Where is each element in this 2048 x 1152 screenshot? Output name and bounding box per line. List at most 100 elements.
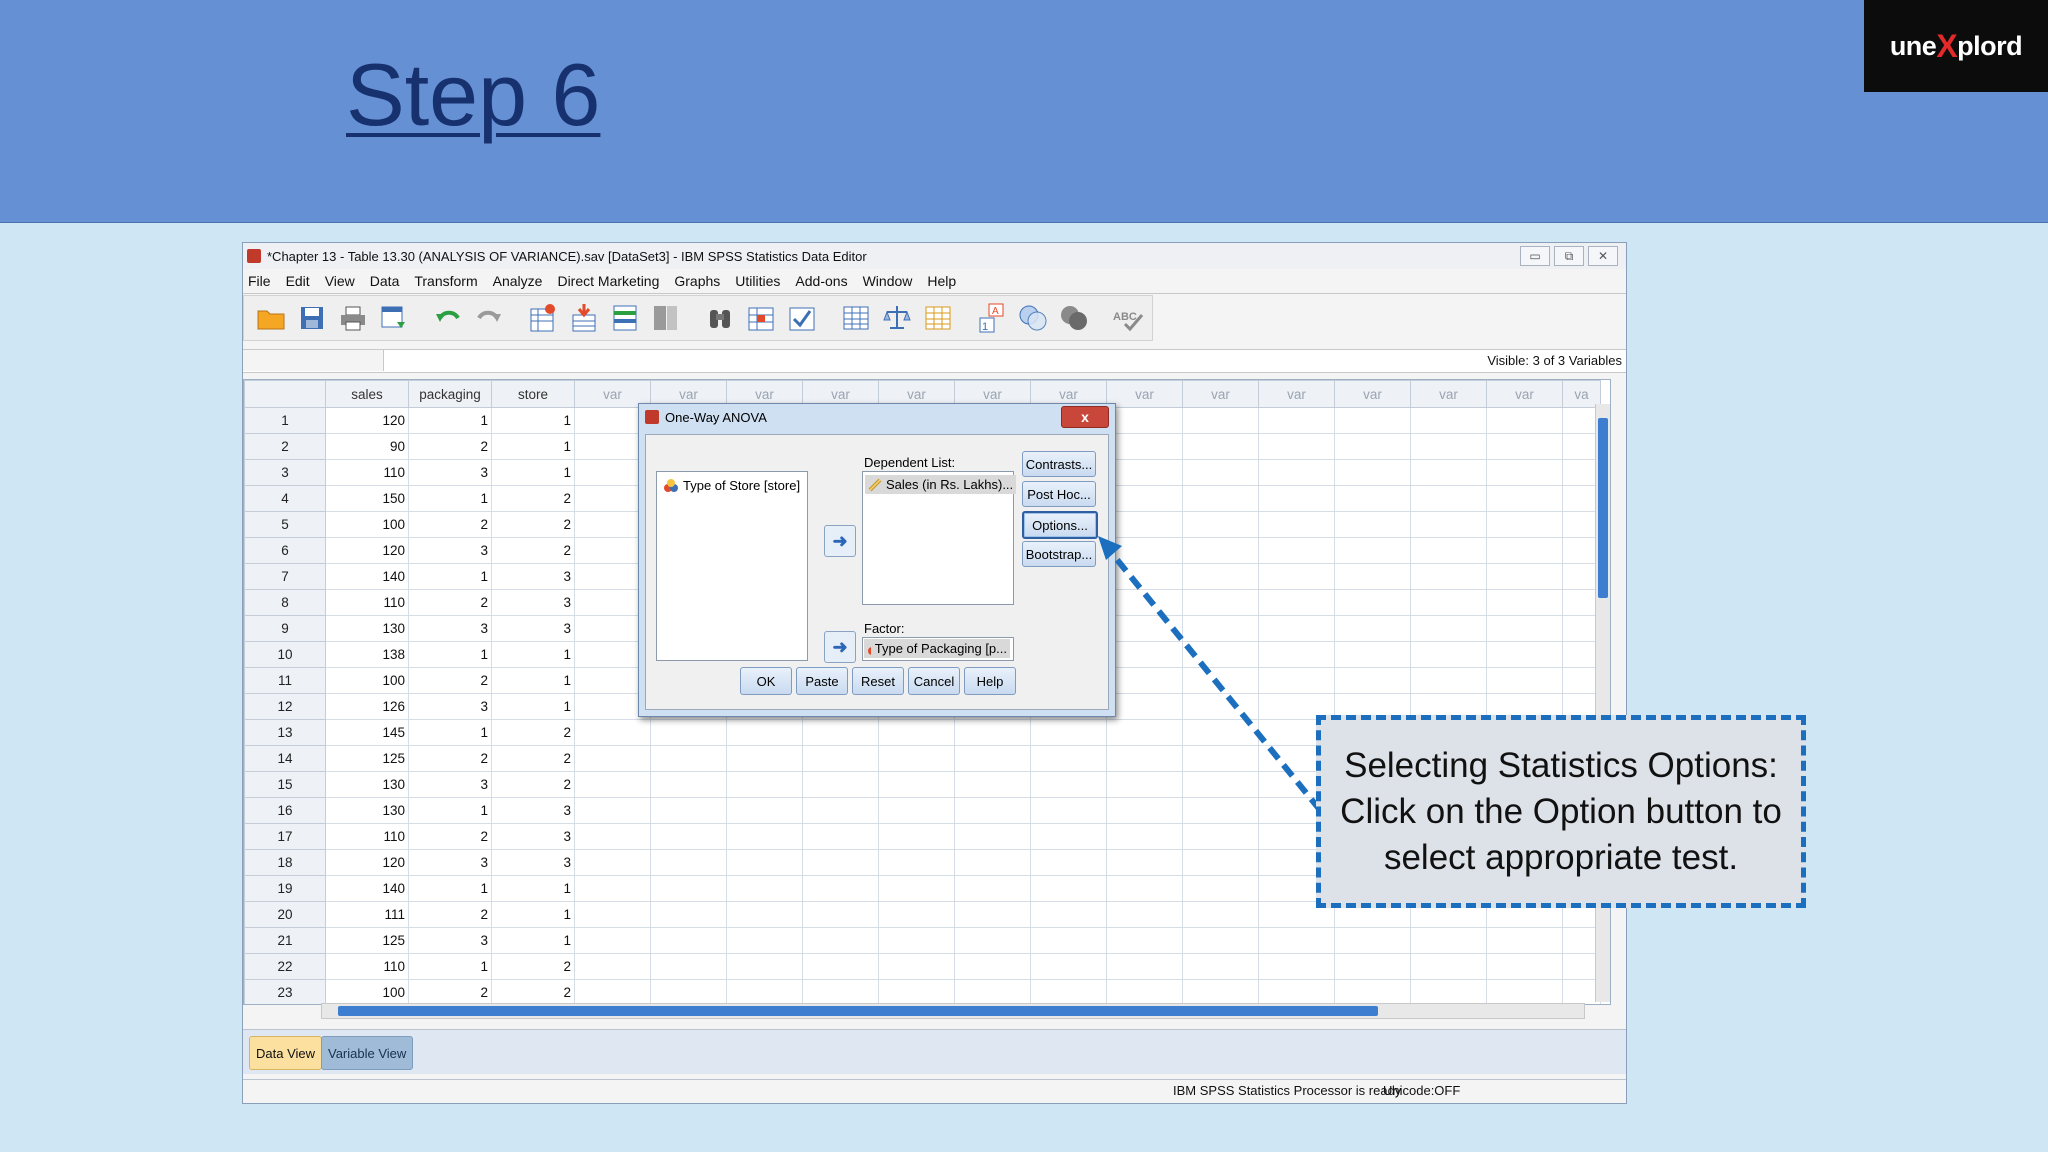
goto-case-icon[interactable]: [526, 301, 560, 335]
data-cell[interactable]: 1: [408, 719, 492, 746]
empty-cell[interactable]: [1258, 667, 1335, 694]
empty-cell[interactable]: [1182, 589, 1259, 616]
close-button[interactable]: ✕: [1588, 246, 1618, 266]
data-cell[interactable]: 2: [491, 485, 575, 512]
find-icon[interactable]: [649, 301, 683, 335]
paste-button[interactable]: Paste: [796, 667, 848, 695]
data-cell[interactable]: 1: [408, 953, 492, 980]
data-cell[interactable]: 145: [325, 719, 409, 746]
empty-cell[interactable]: [650, 823, 727, 850]
empty-cell[interactable]: [878, 745, 955, 772]
data-cell[interactable]: 130: [325, 615, 409, 642]
data-cell[interactable]: 3: [408, 849, 492, 876]
menu-view[interactable]: View: [325, 273, 355, 289]
data-cell[interactable]: 2: [491, 953, 575, 980]
empty-cell[interactable]: [726, 875, 803, 902]
data-cell[interactable]: 1: [408, 875, 492, 902]
row-number[interactable]: 14: [244, 745, 326, 772]
empty-cell[interactable]: [954, 719, 1031, 746]
horizontal-scroll-thumb[interactable]: [338, 1006, 1378, 1016]
empty-cell[interactable]: [1030, 771, 1107, 798]
column-header[interactable]: sales: [325, 380, 409, 408]
empty-cell[interactable]: [1410, 953, 1487, 980]
empty-cell[interactable]: [574, 823, 651, 850]
empty-cell[interactable]: [1334, 407, 1411, 434]
data-cell[interactable]: 2: [408, 433, 492, 460]
vertical-scroll-thumb[interactable]: [1598, 418, 1608, 598]
goto-variable-icon[interactable]: [567, 301, 601, 335]
data-cell[interactable]: 2: [408, 979, 492, 1004]
empty-cell[interactable]: [1334, 433, 1411, 460]
data-cell[interactable]: 3: [491, 615, 575, 642]
empty-cell[interactable]: [574, 771, 651, 798]
empty-cell[interactable]: [1106, 693, 1183, 720]
empty-cell[interactable]: [726, 927, 803, 954]
empty-cell[interactable]: [1182, 771, 1259, 798]
empty-cell[interactable]: [878, 797, 955, 824]
empty-cell[interactable]: [650, 745, 727, 772]
value-labels-icon[interactable]: A1: [975, 301, 1009, 335]
empty-cell[interactable]: [1106, 407, 1183, 434]
empty-cell[interactable]: [1410, 979, 1487, 1004]
empty-cell[interactable]: [802, 719, 879, 746]
empty-cell[interactable]: [650, 979, 727, 1004]
empty-cell[interactable]: [802, 979, 879, 1004]
data-cell[interactable]: 2: [408, 823, 492, 850]
empty-cell[interactable]: [726, 901, 803, 928]
data-cell[interactable]: 120: [325, 537, 409, 564]
data-cell[interactable]: 1: [408, 407, 492, 434]
data-cell[interactable]: 111: [325, 901, 409, 928]
empty-cell[interactable]: [574, 953, 651, 980]
menu-transform[interactable]: Transform: [414, 273, 477, 289]
column-header[interactable]: store: [491, 380, 575, 408]
empty-cell[interactable]: [574, 927, 651, 954]
empty-cell[interactable]: [1258, 563, 1335, 590]
insert-variable-icon[interactable]: [785, 301, 819, 335]
data-cell[interactable]: 2: [408, 667, 492, 694]
empty-cell[interactable]: [1182, 563, 1259, 590]
empty-cell[interactable]: [802, 927, 879, 954]
data-cell[interactable]: 3: [408, 459, 492, 486]
empty-cell[interactable]: [878, 849, 955, 876]
menu-utilities[interactable]: Utilities: [735, 273, 780, 289]
use-sets-icon[interactable]: [1016, 301, 1050, 335]
empty-cell[interactable]: [1106, 745, 1183, 772]
empty-cell[interactable]: [1182, 849, 1259, 876]
data-cell[interactable]: 1: [408, 797, 492, 824]
data-cell[interactable]: 138: [325, 641, 409, 668]
empty-cell[interactable]: [574, 979, 651, 1004]
empty-cell[interactable]: [1182, 693, 1259, 720]
dependent-list-box[interactable]: Sales (in Rs. Lakhs)...: [862, 471, 1017, 605]
empty-cell[interactable]: [954, 953, 1031, 980]
empty-cell[interactable]: [802, 797, 879, 824]
row-number[interactable]: 22: [244, 953, 326, 980]
empty-cell[interactable]: [954, 823, 1031, 850]
column-header[interactable]: var: [1486, 380, 1563, 408]
empty-cell[interactable]: [1182, 511, 1259, 538]
data-cell[interactable]: 1: [491, 927, 575, 954]
source-variable-item[interactable]: Type of Store [store]: [663, 478, 800, 493]
menu-analyze[interactable]: Analyze: [493, 273, 543, 289]
column-header[interactable]: var: [1334, 380, 1411, 408]
empty-cell[interactable]: [1410, 927, 1487, 954]
empty-cell[interactable]: [878, 771, 955, 798]
data-cell[interactable]: 110: [325, 823, 409, 850]
help-button[interactable]: Help: [964, 667, 1016, 695]
ok-button[interactable]: OK: [740, 667, 792, 695]
row-number[interactable]: 23: [244, 979, 326, 1004]
menu-file[interactable]: File: [248, 273, 271, 289]
empty-cell[interactable]: [650, 849, 727, 876]
data-cell[interactable]: 2: [491, 979, 575, 1004]
empty-cell[interactable]: [1486, 979, 1563, 1004]
menu-direct-marketing[interactable]: Direct Marketing: [557, 273, 659, 289]
horizontal-scrollbar[interactable]: [321, 1003, 1585, 1019]
empty-cell[interactable]: [1106, 563, 1183, 590]
empty-cell[interactable]: [726, 797, 803, 824]
empty-cell[interactable]: [1106, 901, 1183, 928]
data-cell[interactable]: 110: [325, 459, 409, 486]
empty-cell[interactable]: [650, 771, 727, 798]
row-number[interactable]: 19: [244, 875, 326, 902]
empty-cell[interactable]: [878, 979, 955, 1004]
empty-cell[interactable]: [1334, 537, 1411, 564]
empty-cell[interactable]: [878, 875, 955, 902]
